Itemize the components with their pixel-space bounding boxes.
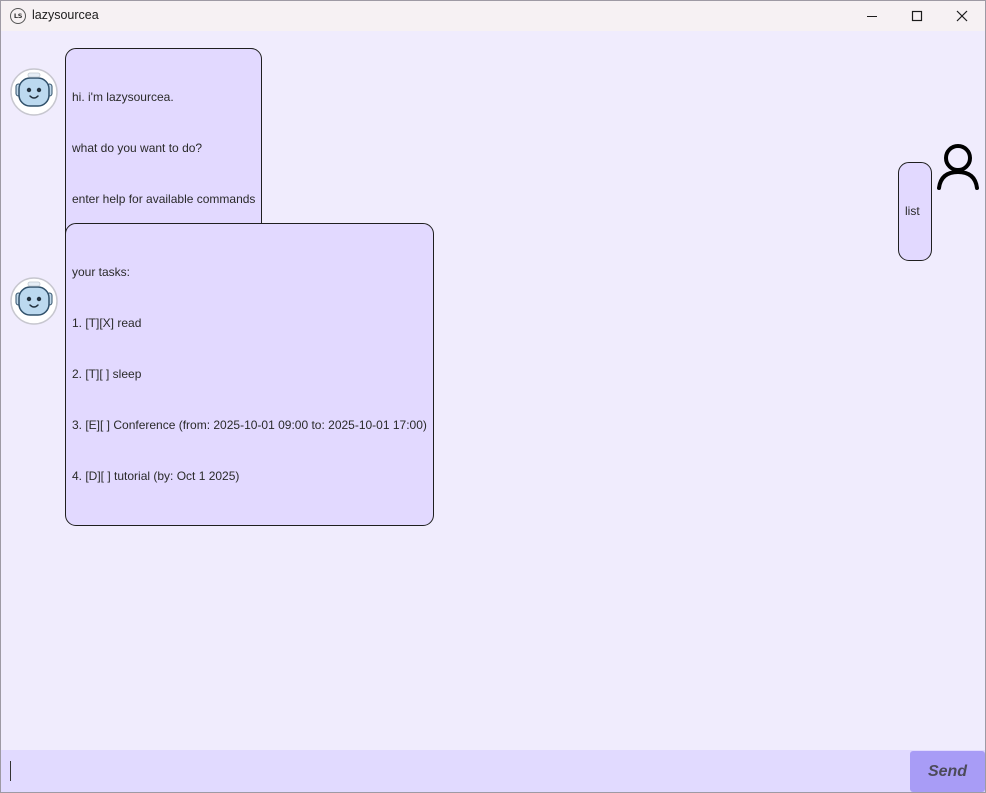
user-avatar	[935, 141, 981, 191]
close-icon	[956, 10, 968, 22]
send-button[interactable]: Send	[910, 751, 985, 792]
app-window: LS lazysourcea hi. i'm lazysourcea. what…	[0, 0, 986, 793]
user-message-bubble: list	[898, 162, 933, 261]
bot-message-bubble: your tasks: 1. [T][X] read 2. [T][ ] sle…	[65, 223, 434, 526]
message-line: your tasks:	[72, 265, 131, 279]
user-icon	[937, 144, 979, 190]
message-input[interactable]	[2, 751, 908, 792]
message-line: 1. [T][X] read	[72, 316, 142, 330]
robot-icon	[10, 277, 58, 325]
bot-avatar	[9, 276, 59, 326]
message-line: 4. [D][ ] tutorial (by: Oct 1 2025)	[72, 469, 240, 483]
message-line: hi. i'm lazysourcea.	[72, 90, 174, 104]
minimize-icon	[867, 16, 877, 17]
message-line: 3. [E][ ] Conference (from: 2025-10-01 0…	[72, 418, 427, 432]
text-caret	[10, 761, 11, 781]
app-logo-icon: LS	[10, 8, 26, 24]
chat-area[interactable]: hi. i'm lazysourcea. what do you want to…	[1, 31, 985, 750]
bot-avatar	[9, 67, 59, 117]
message-line: enter help for available commands	[72, 192, 256, 206]
title-bar[interactable]: LS lazysourcea	[1, 1, 985, 31]
close-button[interactable]	[939, 1, 985, 31]
robot-icon	[10, 68, 58, 116]
maximize-button[interactable]	[894, 1, 940, 31]
message-line: 2. [T][ ] sleep	[72, 367, 142, 381]
minimize-button[interactable]	[849, 1, 895, 31]
message-line: list	[905, 204, 920, 218]
message-line: what do you want to do?	[72, 141, 203, 155]
window-title: lazysourcea	[32, 8, 99, 22]
bot-message-bubble: hi. i'm lazysourcea. what do you want to…	[65, 48, 263, 249]
maximize-icon	[911, 10, 923, 22]
input-bar: Send	[1, 750, 985, 792]
